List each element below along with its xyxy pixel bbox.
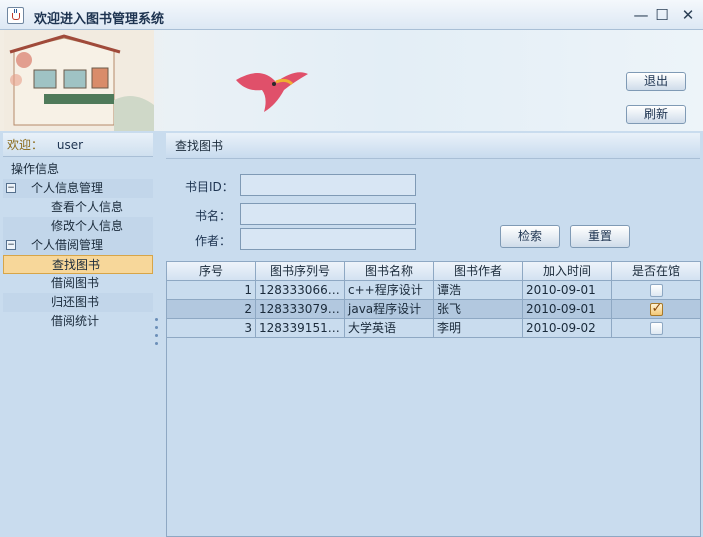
in-library-checkbox[interactable] [649,284,663,297]
table-cell[interactable]: 1 [167,281,256,299]
table-row[interactable]: 1 1283330669... c++程序设计 谭浩 2010-09-01 [167,281,700,300]
reset-button[interactable]: 重置 [570,225,630,248]
collapse-icon[interactable]: − [6,240,16,250]
logout-button[interactable]: 退出 [626,72,686,91]
nav-item-view-profile[interactable]: 查看个人信息 [3,198,153,217]
author-label: 作者： [195,234,232,248]
search-button[interactable]: 检索 [500,225,560,248]
table-cell[interactable]: 大学英语 [345,319,434,337]
panel-title: 查找图书 [166,133,700,159]
nav-item-borrow-books[interactable]: 借阅图书 [3,274,153,293]
table-cell [612,281,700,299]
column-header[interactable]: 是否在馆 [612,262,700,280]
header-banner: 退出 刷新 [0,30,703,131]
java-app-icon [7,7,24,24]
split-pane-handle[interactable] [155,318,159,352]
column-header[interactable]: 序号 [167,262,256,280]
nav-item-borrow-stats[interactable]: 借阅统计 [3,312,153,331]
in-library-checkbox[interactable] [649,322,663,335]
nav-group-label: 个人信息管理 [31,181,104,195]
nav-group-label: 个人借阅管理 [31,238,104,252]
table-header: 序号 图书序列号 图书名称 图书作者 加入时间 是否在馆 [167,262,700,281]
nav-item-edit-profile[interactable]: 修改个人信息 [3,217,153,236]
welcome-label: 欢迎： [7,138,44,152]
maximize-icon[interactable]: ☐ [652,5,672,25]
table-row[interactable]: 2 1283330793... java程序设计 张飞 2010-09-01 [167,300,700,319]
nav-group-personal-info[interactable]: − 个人信息管理 [3,179,153,198]
table-cell[interactable]: java程序设计 [345,300,434,318]
current-user: user [56,138,84,152]
close-icon[interactable]: ✕ [678,5,698,25]
book-id-label: 书目ID： [185,180,234,194]
book-name-input[interactable] [240,203,416,225]
book-name-label: 书名： [195,209,232,223]
window-title-bar: 欢迎进入图书管理系统 — ☐ ✕ [0,0,703,30]
table-body: 1 1283330669... c++程序设计 谭浩 2010-09-01 2 128333… [167,281,700,338]
nav-group-borrowing[interactable]: − 个人借阅管理 [3,236,153,255]
minimize-icon[interactable]: — [631,5,651,25]
table-row[interactable]: 3 1283391519... 大学英语 李明 2010-09-02 [167,319,700,338]
column-header[interactable]: 加入时间 [523,262,612,280]
author-input[interactable] [240,228,416,250]
column-header[interactable]: 图书作者 [434,262,523,280]
table-cell [612,319,700,337]
refresh-button[interactable]: 刷新 [626,105,686,124]
nav-tree: 操作信息 − 个人信息管理 查看个人信息 修改个人信息 − 个人借阅管理 查找图… [3,160,153,331]
column-header[interactable]: 图书序列号 [256,262,345,280]
nav-item-return-books[interactable]: 归还图书 [3,293,153,312]
nav-item-find-books[interactable]: 查找图书 [3,255,153,274]
table-cell[interactable]: 2 [167,300,256,318]
table-cell [612,300,700,318]
welcome-bar: 欢迎： user [3,133,153,157]
nav-root[interactable]: 操作信息 [3,160,153,179]
table-cell[interactable]: 1283330669... [256,281,345,299]
table-cell[interactable]: 2010-09-01 [523,300,612,318]
table-cell[interactable]: 3 [167,319,256,337]
collapse-icon[interactable]: − [6,183,16,193]
table-cell[interactable]: c++程序设计 [345,281,434,299]
bird-illustration [236,72,308,112]
books-table: 序号 图书序列号 图书名称 图书作者 加入时间 是否在馆 1 1283330669… [166,261,701,537]
column-header[interactable]: 图书名称 [345,262,434,280]
table-cell[interactable]: 张飞 [434,300,523,318]
table-cell[interactable]: 2010-09-02 [523,319,612,337]
in-library-checkbox[interactable] [649,300,663,318]
house-illustration [4,30,154,131]
window-title: 欢迎进入图书管理系统 [34,12,165,27]
table-cell[interactable]: 1283330793... [256,300,345,318]
table-cell[interactable]: 2010-09-01 [523,281,612,299]
table-cell[interactable]: 谭浩 [434,281,523,299]
book-id-input[interactable] [240,174,416,196]
table-cell[interactable]: 1283391519... [256,319,345,337]
table-cell[interactable]: 李明 [434,319,523,337]
